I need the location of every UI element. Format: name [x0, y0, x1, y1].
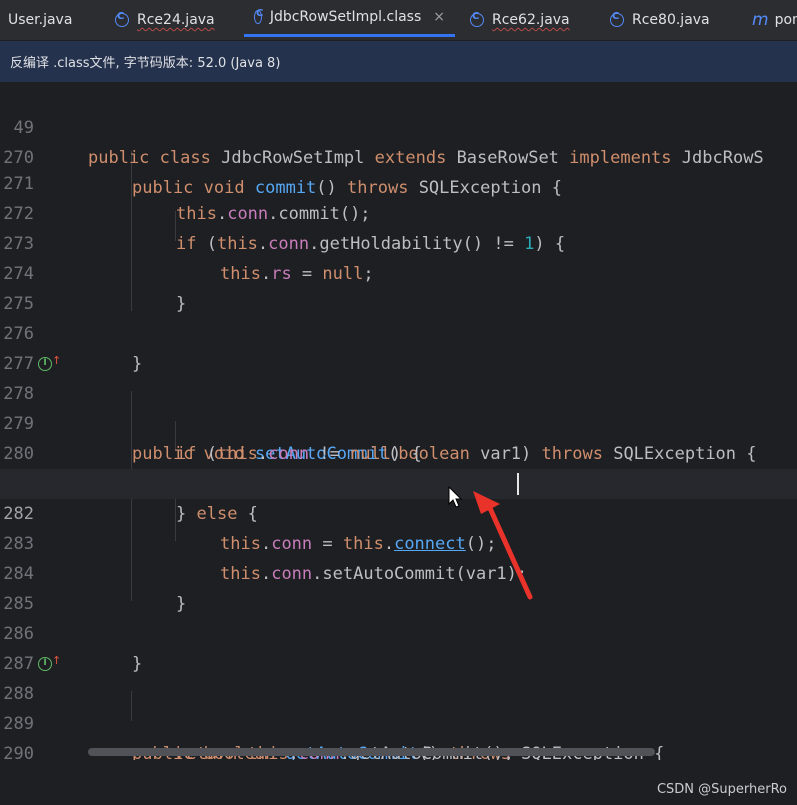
code-line[interactable]: 278 I ↑ public void setAutoCommit(boolean…: [0, 349, 797, 464]
code-line[interactable]: 275: [0, 259, 797, 314]
editor-tab-bar: User.java Rce24.java JdbcRowSetImpl.clas…: [0, 0, 797, 41]
watermark: CSDN @SuperherRo: [656, 782, 787, 797]
class-icon: [470, 11, 484, 27]
code-line[interactable]: 288 I↑ public boolean getAutoCommit() th…: [0, 649, 797, 760]
banner-text: 反编译 .class文件, 字节码版本: 52.0 (Java 8): [10, 56, 281, 71]
code-line[interactable]: 280 this.conn.setAutoCommit(var1);: [0, 409, 797, 494]
code-line[interactable]: 276 }: [0, 289, 797, 374]
override-arrow-icon: ↑: [52, 354, 62, 367]
tab-user-java[interactable]: User.java: [8, 0, 72, 40]
tab-rce80-java[interactable]: Rce80.java: [610, 0, 710, 40]
code-line[interactable]: 289 return this.conn.getAutoCommit();: [0, 679, 797, 760]
tab-label: Rce80.java: [632, 12, 710, 28]
code-line[interactable]: 272 if (this.conn.getHoldability() != 1)…: [0, 169, 797, 254]
close-icon[interactable]: ×: [433, 9, 445, 25]
implements-method-icon[interactable]: I: [38, 657, 52, 671]
code-line[interactable]: 286 }: [0, 589, 797, 674]
code-line[interactable]: 271 this.conn.commit();: [0, 139, 797, 224]
class-icon: [254, 8, 263, 24]
text-caret: [517, 473, 519, 495]
implements-method-icon[interactable]: I: [38, 357, 52, 371]
tab-label: User.java: [8, 12, 73, 28]
code-line[interactable]: 283 this.conn.setAutoCommit(var1);: [0, 499, 797, 584]
code-line[interactable]: 279 if (this.conn != null) {: [0, 379, 797, 464]
decompiled-class-banner: 反编译 .class文件, 字节码版本: 52.0 (Java 8): [0, 41, 797, 82]
code-line[interactable]: 285: [0, 559, 797, 614]
class-icon: [610, 11, 624, 27]
code-line[interactable]: 277: [0, 319, 797, 374]
tab-jdbcrowsetimpl-class[interactable]: JdbcRowSetImpl.class ×: [244, 0, 455, 37]
footer: CSDN @SuperherRo: [0, 760, 797, 805]
tab-label: JdbcRowSetImpl.class: [269, 9, 422, 25]
tab-rce62-java[interactable]: Rce62.java: [470, 0, 570, 40]
tab-label: Rce24.java: [137, 12, 215, 28]
tab-label: Rce62.java: [492, 12, 570, 28]
tab-rce24-java[interactable]: Rce24.java: [115, 0, 215, 40]
maven-icon: m: [752, 10, 769, 30]
override-arrow-icon: ↑: [52, 654, 62, 667]
code-line[interactable]: 287: [0, 619, 797, 674]
code-line[interactable]: 290 }: [0, 709, 797, 760]
code-line[interactable]: 281 } else {: [0, 439, 797, 524]
code-line[interactable]: 49 public class JdbcRowSetImpl extends B…: [0, 83, 797, 168]
code-line[interactable]: 284 }: [0, 529, 797, 614]
code-editor[interactable]: 49 public class JdbcRowSetImpl extends B…: [0, 82, 797, 760]
horizontal-scrollbar[interactable]: [88, 748, 655, 756]
code-line[interactable]: 274 }: [0, 229, 797, 314]
code-line[interactable]: 273 this.rs = null;: [0, 199, 797, 284]
class-icon: [115, 11, 129, 27]
tab-pom[interactable]: m pom: [752, 0, 797, 40]
current-code-line[interactable]: 282 this.conn = this.connect();: [0, 469, 797, 554]
tab-label: pom: [774, 12, 797, 28]
